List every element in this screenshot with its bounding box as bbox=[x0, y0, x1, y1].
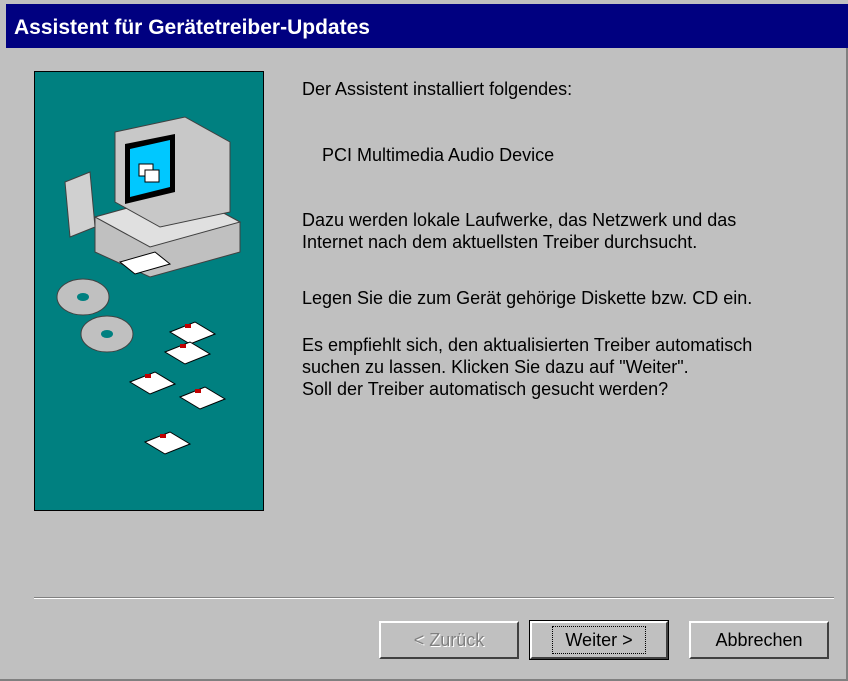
insert-disk-text: Legen Sie die zum Gerät gehörige Diskett… bbox=[302, 288, 753, 308]
next-button[interactable]: Weiter > bbox=[529, 620, 669, 660]
recommendation-line1: Es empfiehlt sich, den aktualisierten Tr… bbox=[302, 335, 753, 355]
cancel-button[interactable]: Abbrechen bbox=[689, 621, 829, 659]
back-button[interactable]: < Zurück bbox=[379, 621, 519, 659]
window-title: Assistent für Gerätetreiber-Updates bbox=[14, 16, 370, 39]
next-button-label: Weiter > bbox=[552, 625, 646, 654]
intro-text: Der Assistent installiert folgendes: bbox=[302, 79, 573, 99]
device-name: PCI Multimedia Audio Device bbox=[322, 145, 555, 165]
recommendation-line3: Soll der Treiber automatisch gesucht wer… bbox=[302, 379, 669, 399]
search-info-line2: Internet nach dem aktuellsten Treiber du… bbox=[302, 232, 698, 252]
title-bar[interactable]: Assistent für Gerätetreiber-Updates bbox=[0, 0, 848, 48]
computer-disks-illustration bbox=[56, 116, 242, 455]
divider bbox=[34, 597, 834, 599]
wizard-illustration bbox=[34, 71, 264, 511]
recommendation-line2: suchen zu lassen. Klicken Sie dazu auf "… bbox=[302, 357, 689, 377]
wizard-dialog: Assistent für Gerätetreiber-Updates Der … bbox=[0, 0, 848, 681]
search-info-line1: Dazu werden lokale Laufwerke, das Netzwe… bbox=[302, 210, 737, 230]
